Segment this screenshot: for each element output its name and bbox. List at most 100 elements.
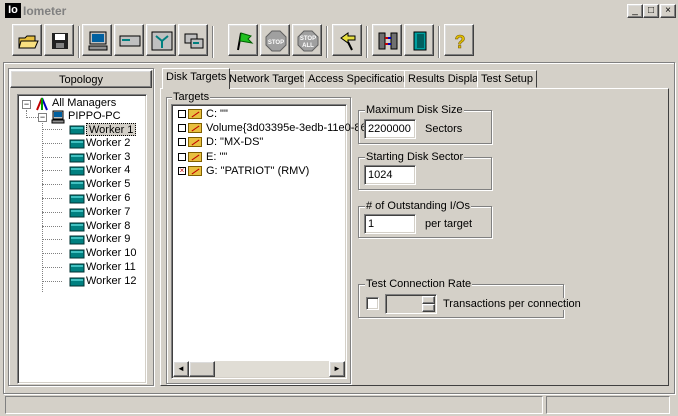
tree-line <box>42 267 62 268</box>
tab-access-specifications[interactable]: Access Specifications <box>304 70 419 88</box>
target-checkbox[interactable] <box>178 110 186 118</box>
start-icon <box>237 32 254 51</box>
disconnect-button[interactable] <box>372 24 402 56</box>
worker-disk-icon <box>69 125 85 135</box>
maximize-button[interactable]: □ <box>643 4 659 18</box>
display-button[interactable] <box>82 24 112 56</box>
tree-item-worker[interactable]: Worker 3 <box>86 151 130 164</box>
status-cell-main <box>5 396 543 414</box>
new-disk-worker-icon <box>119 35 141 47</box>
tree-item-manager[interactable]: PIPPO-PC <box>68 110 121 123</box>
manager-computer-icon <box>51 110 65 124</box>
svg-text:STOP: STOP <box>268 40 284 46</box>
worker-disk-icon <box>69 194 85 204</box>
toolbar-separator <box>78 26 80 58</box>
spinner-up-button[interactable] <box>422 296 435 304</box>
tab-network-targets[interactable]: Network Targets <box>225 70 313 88</box>
disk-drive-icon <box>188 123 202 134</box>
worker-disk-icon <box>69 222 85 232</box>
reset-workers-icon <box>340 32 356 51</box>
svg-text:ALL: ALL <box>302 43 314 49</box>
exit-button[interactable] <box>404 24 434 56</box>
max-disk-size-input[interactable]: 2200000 <box>364 119 416 139</box>
tree-item-worker[interactable]: Worker 7 <box>86 206 130 219</box>
tree-line <box>42 225 62 227</box>
disk-drive-icon <box>188 137 202 148</box>
targets-horizontal-scrollbar[interactable]: ◄ ► <box>173 361 345 377</box>
open-button[interactable] <box>12 24 42 56</box>
topology-tree[interactable]: − All Managers − PIPPO-PC Worker 1 Worker… <box>17 94 147 384</box>
test-connection-rate-label: Test Connection Rate <box>365 278 473 290</box>
tree-item-worker[interactable]: Worker 8 <box>86 220 130 233</box>
tree-item-worker[interactable]: Worker 12 <box>86 275 137 288</box>
app-icon[interactable]: Io <box>5 3 21 18</box>
window-title: Iometer <box>23 4 67 18</box>
disk-slash-mark <box>191 111 200 118</box>
tree-item-worker[interactable]: Worker 2 <box>86 137 130 150</box>
worker-disk-icon <box>69 166 85 176</box>
reset-workers-button[interactable] <box>332 24 362 56</box>
disk-slash-mark <box>191 168 200 175</box>
start-button[interactable] <box>228 24 258 56</box>
worker-disk-icon <box>69 139 85 149</box>
tree-item-worker[interactable]: Worker 1 <box>86 123 137 136</box>
tree-line <box>42 142 62 144</box>
expander-manager[interactable]: − <box>38 113 47 122</box>
toolbar-separator <box>212 26 214 58</box>
stop-icon: STOP <box>265 30 287 52</box>
tree-item-worker[interactable]: Worker 10 <box>86 247 137 260</box>
copy-worker-icon <box>184 33 204 49</box>
target-checkbox[interactable] <box>178 138 186 147</box>
starting-disk-sector-input[interactable]: 1024 <box>364 165 416 185</box>
outstanding-ios-input[interactable]: 1 <box>364 214 416 234</box>
tree-item-worker[interactable]: Worker 9 <box>86 233 130 246</box>
target-label: C: "" <box>206 108 228 120</box>
tree-line <box>42 170 62 172</box>
worker-disk-icon <box>69 208 85 218</box>
title-bar[interactable]: Io Iometer _ □ × <box>0 0 678 20</box>
tab-results-display[interactable]: Results Display <box>404 70 488 88</box>
tree-item-worker[interactable]: Worker 4 <box>86 164 130 177</box>
exit-icon <box>413 31 427 51</box>
svg-text:STOP: STOP <box>300 36 316 42</box>
save-icon <box>52 33 68 49</box>
help-button[interactable]: ? <box>444 24 474 56</box>
scroll-thumb[interactable] <box>189 361 215 377</box>
target-checkbox[interactable]: × <box>178 166 186 175</box>
open-icon <box>18 35 39 49</box>
copy-worker-button[interactable] <box>178 24 208 56</box>
minimize-button[interactable]: _ <box>627 4 643 18</box>
target-checkbox[interactable] <box>178 124 186 133</box>
tree-line <box>42 239 62 241</box>
stop-all-button[interactable]: STOP ALL <box>292 24 322 56</box>
test-connection-rate-unit: Transactions per connection <box>442 298 582 310</box>
worker-disk-icon <box>69 153 85 163</box>
display-icon <box>88 31 108 51</box>
test-connection-rate-checkbox[interactable] <box>366 297 379 310</box>
tab-disk-targets[interactable]: Disk Targets <box>162 68 231 89</box>
expander-root[interactable]: − <box>22 100 31 109</box>
tree-item-worker[interactable]: Worker 11 <box>86 261 136 274</box>
save-button[interactable] <box>44 24 74 56</box>
targets-list[interactable]: C: "" Volume{3d03395e-3edb-11e0-86c D: "MX… <box>171 104 372 379</box>
starting-disk-sector-label: Starting Disk Sector <box>365 151 465 163</box>
stop-button[interactable]: STOP <box>260 24 290 56</box>
close-button[interactable]: × <box>660 4 676 18</box>
worker-disk-icon <box>69 180 85 190</box>
tree-item-worker[interactable]: Worker 5 <box>86 178 130 191</box>
disk-slash-mark <box>191 154 200 161</box>
tree-item-worker[interactable]: Worker 6 <box>86 192 130 205</box>
scroll-right-button[interactable]: ► <box>329 361 345 377</box>
toolbar-separator <box>326 26 328 58</box>
new-network-worker-button[interactable] <box>146 24 176 56</box>
worker-disk-icon <box>69 235 85 245</box>
tree-line <box>42 129 62 130</box>
tab-test-setup[interactable]: Test Setup <box>477 70 537 88</box>
max-disk-size-label: Maximum Disk Size <box>365 104 464 116</box>
spinner-down-button[interactable] <box>422 304 435 312</box>
disk-drive-icon <box>188 109 202 119</box>
new-disk-worker-button[interactable] <box>114 24 144 56</box>
target-checkbox[interactable] <box>178 152 186 161</box>
scroll-left-button[interactable]: ◄ <box>173 361 189 377</box>
tree-item-all-managers[interactable]: All Managers <box>52 97 116 110</box>
